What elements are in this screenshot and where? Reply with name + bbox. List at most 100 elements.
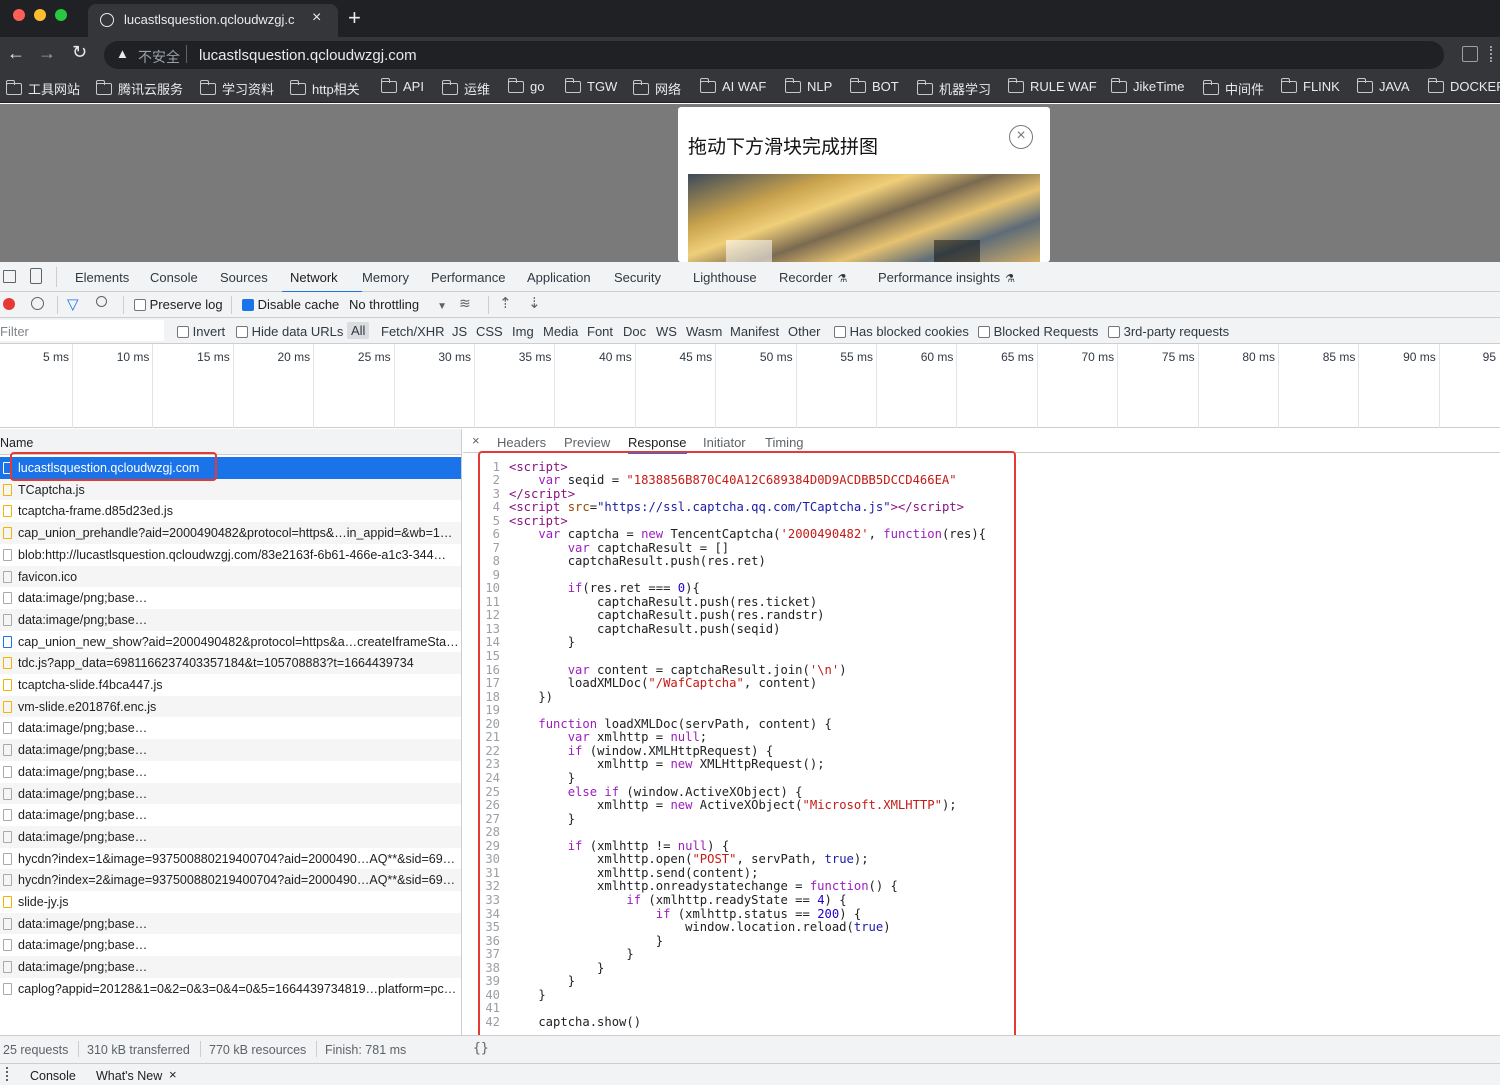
menu-icon[interactable]: [1490, 46, 1493, 62]
tab-application[interactable]: Application: [527, 270, 591, 285]
table-row[interactable]: data:image/png;base…: [0, 934, 461, 957]
tab-performance[interactable]: Performance: [431, 270, 505, 285]
browser-tab[interactable]: lucastlsquestion.qcloudwzgj.c ×: [88, 4, 338, 37]
record-button[interactable]: [3, 298, 15, 310]
tab-network[interactable]: Network: [282, 270, 362, 293]
table-row[interactable]: data:image/png;base…: [0, 717, 461, 740]
bookmark-2[interactable]: 学习资料: [200, 79, 274, 98]
table-row[interactable]: vm-slide.e201876f.enc.js: [0, 695, 461, 718]
filter-icon[interactable]: ▽: [67, 295, 79, 313]
bookmark-8[interactable]: 网络: [633, 79, 681, 98]
close-icon[interactable]: ×: [169, 1067, 177, 1082]
type-filter-css[interactable]: CSS: [476, 324, 503, 339]
filter-input[interactable]: Filter: [0, 320, 164, 341]
table-row[interactable]: data:image/png;base…: [0, 912, 461, 935]
type-filter-ws[interactable]: WS: [656, 324, 677, 339]
table-row[interactable]: hycdn?index=2&image=937500880219400704?a…: [0, 869, 461, 892]
bookmark-3[interactable]: http相关: [290, 79, 360, 98]
back-icon[interactable]: ←: [7, 43, 25, 64]
network-conditions-icon[interactable]: ≋: [459, 295, 471, 312]
export-har-icon[interactable]: ⇣: [528, 294, 541, 312]
close-icon[interactable]: ×: [472, 433, 480, 448]
close-tab-icon[interactable]: ×: [312, 9, 321, 27]
table-row[interactable]: data:image/png;base…: [0, 587, 461, 610]
type-filter-doc[interactable]: Doc: [623, 324, 646, 339]
table-row[interactable]: tdc.js?app_data=6981166237403357184&t=10…: [0, 652, 461, 675]
clear-icon[interactable]: [31, 297, 44, 310]
bookmark-18[interactable]: DOCKER: [1428, 77, 1500, 94]
table-row[interactable]: caplog?appid=20128&1=0&2=0&3=0&4=0&5=166…: [0, 977, 461, 1000]
reload-icon[interactable]: ↻: [72, 42, 87, 63]
bookmark-17[interactable]: JAVA: [1357, 77, 1410, 94]
bookmark-9[interactable]: AI WAF: [700, 77, 766, 94]
bookmark-16[interactable]: FLINK: [1281, 77, 1340, 94]
tab-recorder[interactable]: Recorder ⚗: [779, 270, 847, 285]
import-har-icon[interactable]: ⇡: [499, 294, 512, 312]
close-window-button[interactable]: [13, 9, 25, 21]
bookmark-7[interactable]: TGW: [565, 77, 617, 94]
drawer-tab-whats-new[interactable]: What's New: [96, 1069, 162, 1083]
table-row[interactable]: data:image/png;base…: [0, 956, 461, 979]
tab-lighthouse[interactable]: Lighthouse: [693, 270, 757, 285]
type-filter-other[interactable]: Other: [788, 324, 821, 339]
tab-performance-insights[interactable]: Performance insights ⚗: [878, 270, 1015, 285]
invert-checkbox[interactable]: Invert: [177, 324, 225, 339]
inspect-element-icon[interactable]: [3, 270, 16, 283]
throttling-select[interactable]: No throttling ▼: [349, 297, 447, 312]
table-row[interactable]: data:image/png;base…: [0, 608, 461, 631]
table-row[interactable]: cap_union_prehandle?aid=2000490482&proto…: [0, 522, 461, 545]
maximize-window-button[interactable]: [55, 9, 67, 21]
table-row[interactable]: data:image/png;base…: [0, 739, 461, 762]
puzzle-piece[interactable]: [726, 240, 772, 262]
tab-elements[interactable]: Elements: [75, 270, 129, 285]
table-row[interactable]: blob:http://lucastlsquestion.qcloudwzgj.…: [0, 543, 461, 566]
close-icon[interactable]: ×: [1009, 125, 1033, 149]
has-blocked-cookies-checkbox[interactable]: Has blocked cookies: [834, 324, 969, 339]
detail-tab-timing[interactable]: Timing: [765, 435, 804, 450]
tab-console[interactable]: Console: [150, 270, 198, 285]
search-icon[interactable]: [96, 296, 107, 307]
type-filter-img[interactable]: Img: [512, 324, 534, 339]
bookmark-1[interactable]: 腾讯云服务: [96, 79, 183, 98]
type-filter-media[interactable]: Media: [543, 324, 578, 339]
tab-security[interactable]: Security: [614, 270, 661, 285]
bookmark-13[interactable]: RULE WAF: [1008, 77, 1097, 94]
table-row[interactable]: hycdn?index=1&image=937500880219400704?a…: [0, 847, 461, 870]
third-party-checkbox[interactable]: 3rd-party requests: [1108, 324, 1229, 339]
forward-icon[interactable]: →: [38, 43, 56, 64]
bookmark-5[interactable]: 运维: [442, 79, 490, 98]
type-filter-fetch-xhr[interactable]: Fetch/XHR: [381, 324, 445, 339]
address-bar[interactable]: ▲ 不安全 lucastlsquestion.qcloudwzgj.com: [104, 41, 1444, 69]
tab-memory[interactable]: Memory: [362, 270, 409, 285]
drawer-menu-icon[interactable]: [6, 1067, 9, 1081]
bookmark-10[interactable]: NLP: [785, 77, 832, 94]
table-row[interactable]: data:image/png;base…: [0, 825, 461, 848]
detail-tab-headers[interactable]: Headers: [497, 435, 546, 450]
new-tab-icon[interactable]: +: [348, 5, 361, 31]
minimize-window-button[interactable]: [34, 9, 46, 21]
timeline-overview[interactable]: 5 ms 10 ms 15 ms 20 ms 25 ms 30 ms 35 ms 40 ms 4…: [0, 344, 1500, 428]
type-filter-manifest[interactable]: Manifest: [730, 324, 779, 339]
tab-sources[interactable]: Sources: [220, 270, 268, 285]
device-toolbar-icon[interactable]: [30, 268, 42, 284]
table-row[interactable]: cap_union_new_show?aid=2000490482&protoc…: [0, 630, 461, 653]
detail-tab-preview[interactable]: Preview: [564, 435, 610, 450]
table-row[interactable]: data:image/png;base…: [0, 782, 461, 805]
bookmark-12[interactable]: 机器学习: [917, 79, 991, 98]
blocked-requests-checkbox[interactable]: Blocked Requests: [978, 324, 1098, 339]
name-column-header[interactable]: Name: [0, 436, 33, 450]
table-row[interactable]: favicon.ico: [0, 565, 461, 588]
bookmark-15[interactable]: 中间件: [1203, 79, 1264, 98]
detail-tab-initiator[interactable]: Initiator: [703, 435, 746, 450]
bookmark-6[interactable]: go: [508, 77, 544, 94]
type-filter-wasm[interactable]: Wasm: [686, 324, 722, 339]
bookmark-11[interactable]: BOT: [850, 77, 899, 94]
drawer-tab-console[interactable]: Console: [30, 1069, 76, 1083]
table-row[interactable]: tcaptcha-slide.f4bca447.js: [0, 674, 461, 696]
type-filter-font[interactable]: Font: [587, 324, 613, 339]
translate-icon[interactable]: [1462, 46, 1478, 62]
type-filter-js[interactable]: JS: [452, 324, 467, 339]
warning-icon[interactable]: ▲: [116, 46, 129, 61]
table-row[interactable]: data:image/png;base…: [0, 804, 461, 827]
table-row[interactable]: slide-jy.js: [0, 891, 461, 913]
